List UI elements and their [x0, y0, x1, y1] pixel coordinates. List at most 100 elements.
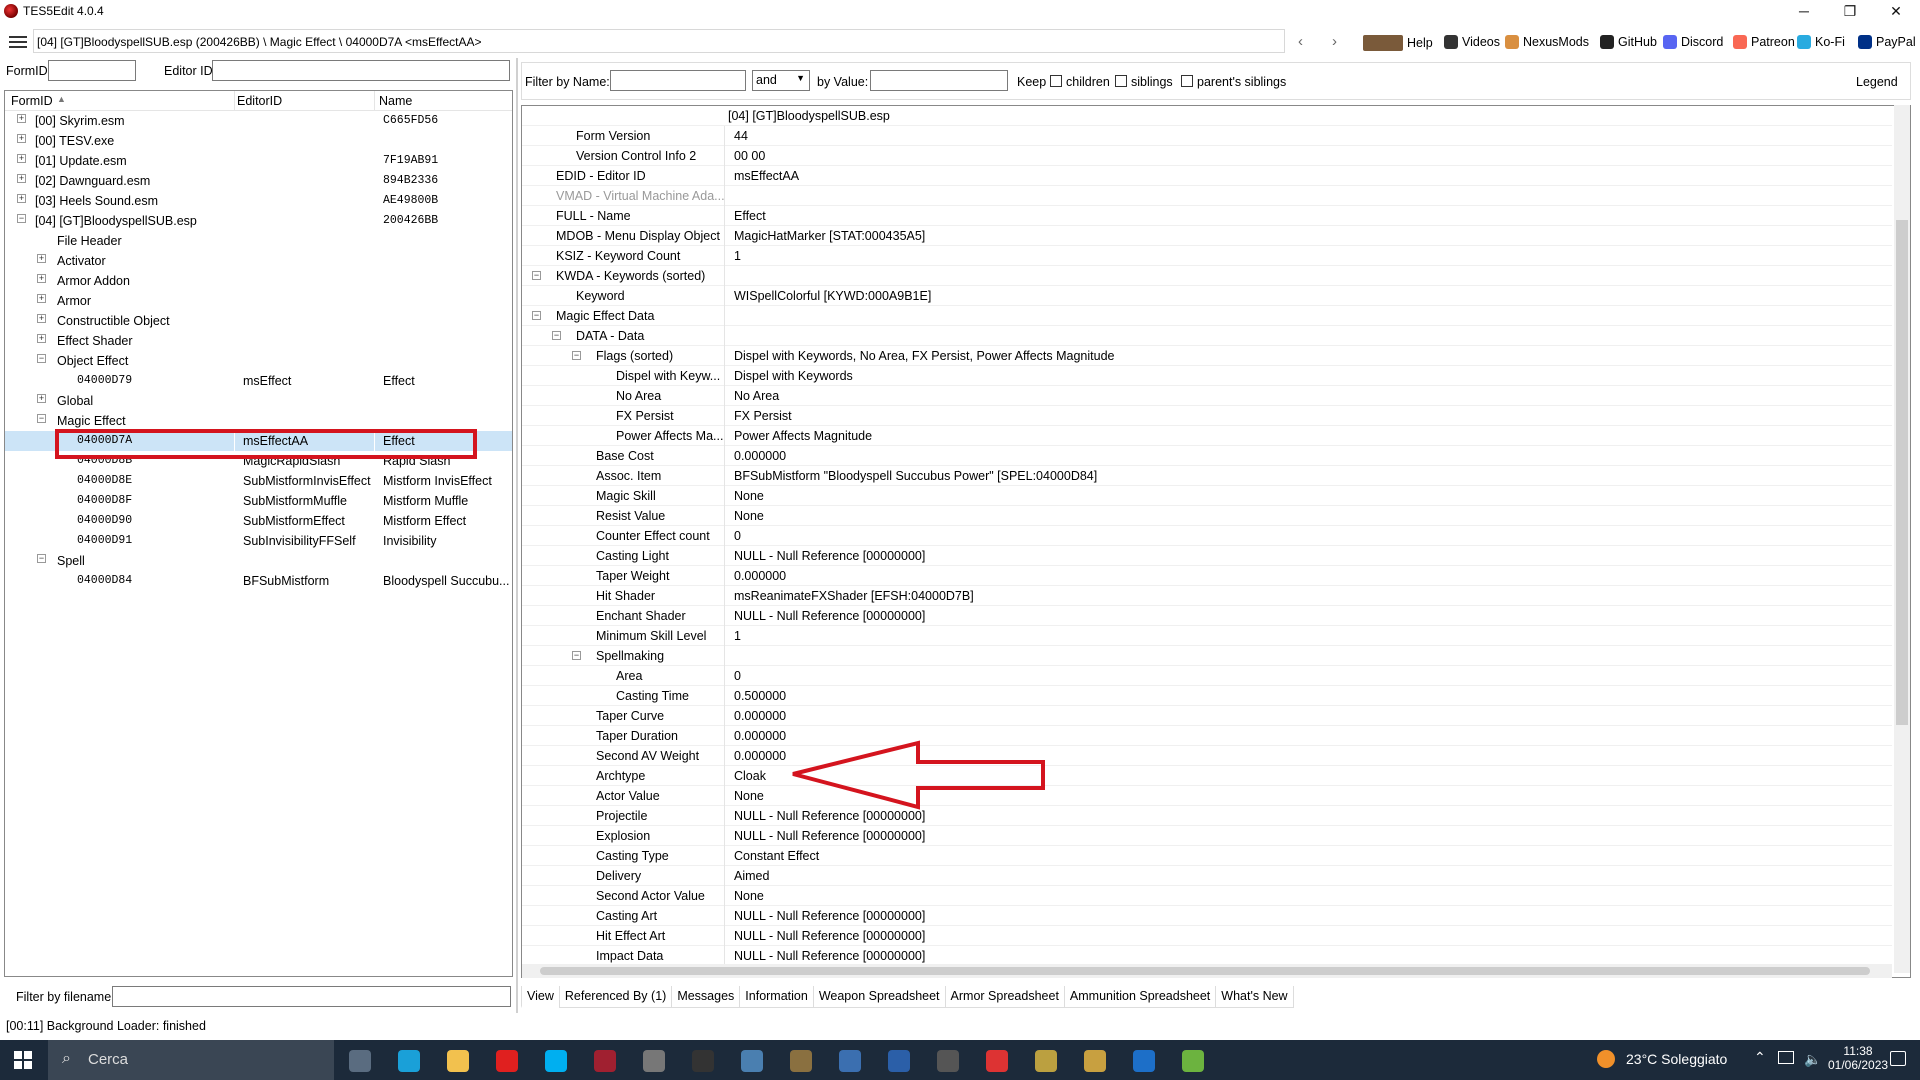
tree-row[interactable]: + Global: [5, 391, 512, 411]
minimize-button[interactable]: ─: [1781, 0, 1827, 22]
expand-icon[interactable]: +: [37, 334, 46, 343]
editorid-filter-input[interactable]: [212, 60, 510, 81]
tree-row[interactable]: 04000D84 BFSubMistform Bloodyspell Succubu…: [5, 571, 512, 591]
column-header-formid[interactable]: FormID: [11, 94, 53, 108]
tab-weapon-spreadsheet[interactable]: Weapon Spreadsheet: [812, 986, 946, 1008]
tab-view[interactable]: View: [521, 986, 560, 1008]
record-field-row[interactable]: Enchant Shader NULL - Null Reference [000…: [522, 606, 1892, 626]
record-field-row[interactable]: EDID - Editor ID msEffectAA: [522, 166, 1892, 186]
notepad-icon[interactable]: [1182, 1050, 1204, 1072]
expand-icon[interactable]: +: [37, 254, 46, 263]
network-icon[interactable]: [1778, 1051, 1794, 1064]
record-field-row[interactable]: Keyword WISpellColorful [KYWD:000A9B1E]: [522, 286, 1892, 306]
record-field-row[interactable]: Impact Data NULL - Null Reference [000000…: [522, 946, 1892, 966]
link-patreon[interactable]: Patreon: [1733, 35, 1795, 49]
children-checkbox[interactable]: [1050, 75, 1062, 87]
clock[interactable]: 11:38 01/06/2023: [1828, 1044, 1888, 1072]
tray-chevron-icon[interactable]: ⌃: [1754, 1049, 1766, 1066]
tree-row[interactable]: + [00] Skyrim.esm C665FD56: [5, 111, 512, 131]
expand-icon[interactable]: +: [37, 274, 46, 283]
tab-information[interactable]: Information: [739, 986, 814, 1008]
record-field-row[interactable]: Hit Shader msReanimateFXShader [EFSH:0400…: [522, 586, 1892, 606]
tab-ammunition-spreadsheet[interactable]: Ammunition Spreadsheet: [1063, 986, 1217, 1008]
task-view-icon[interactable]: [349, 1050, 371, 1072]
record-field-row[interactable]: Minimum Skill Level 1: [522, 626, 1892, 646]
record-field-row[interactable]: KSIZ - Keyword Count 1: [522, 246, 1892, 266]
tree-row[interactable]: + Activator: [5, 251, 512, 271]
tree-row[interactable]: + [03] Heels Sound.esm AE49800B: [5, 191, 512, 211]
tab-armor-spreadsheet[interactable]: Armor Spreadsheet: [944, 986, 1065, 1008]
weather-text[interactable]: 23°C Soleggiato: [1626, 1051, 1727, 1067]
record-field-row[interactable]: Casting Light NULL - Null Reference [0000…: [522, 546, 1892, 566]
collapse-icon[interactable]: −: [37, 414, 46, 423]
tes5edit-icon[interactable]: [594, 1050, 616, 1072]
record-field-row[interactable]: Casting Type Constant Effect: [522, 846, 1892, 866]
link-nexusmods[interactable]: NexusMods: [1505, 35, 1589, 49]
record-field-row[interactable]: − Flags (sorted) Dispel with Keywords, No …: [522, 346, 1892, 366]
record-field-row[interactable]: Form Version 44: [522, 126, 1892, 146]
tree-row[interactable]: − [04] [GT]BloodyspellSUB.esp 200426BB: [5, 211, 512, 231]
record-field-row[interactable]: Taper Weight 0.000000: [522, 566, 1892, 586]
collapse-icon[interactable]: −: [552, 331, 561, 340]
record-field-row[interactable]: Projectile NULL - Null Reference [0000000…: [522, 806, 1892, 826]
record-field-row[interactable]: Second Actor Value None: [522, 886, 1892, 906]
record-field-row[interactable]: Magic Skill None: [522, 486, 1892, 506]
record-field-row[interactable]: Dispel with Keyw... Dispel with Keywords: [522, 366, 1892, 386]
start-windows-icon[interactable]: [14, 1051, 32, 1069]
expand-icon[interactable]: +: [37, 314, 46, 323]
tab-what-s-new[interactable]: What's New: [1215, 986, 1294, 1008]
record-field-row[interactable]: Taper Curve 0.000000: [522, 706, 1892, 726]
close-button[interactable]: ✕: [1873, 0, 1919, 22]
record-field-row[interactable]: Taper Duration 0.000000: [522, 726, 1892, 746]
tree-row[interactable]: − Object Effect: [5, 351, 512, 371]
maximize-button[interactable]: ❐: [1827, 0, 1873, 22]
app-icon[interactable]: [937, 1050, 959, 1072]
tree-row[interactable]: 04000D79 msEffect Effect: [5, 371, 512, 391]
forward-icon[interactable]: ›: [1332, 33, 1337, 50]
tree-row[interactable]: + Constructible Object: [5, 311, 512, 331]
taskbar-search[interactable]: ⌕ Cerca: [48, 1040, 334, 1080]
app-icon[interactable]: [790, 1050, 812, 1072]
app-icon[interactable]: [839, 1050, 861, 1072]
tree-row[interactable]: + Effect Shader: [5, 331, 512, 351]
collapse-icon[interactable]: −: [37, 354, 46, 363]
record-field-row[interactable]: − Magic Effect Data: [522, 306, 1892, 326]
column-header-editorid[interactable]: EditorID: [237, 94, 282, 108]
app-icon[interactable]: [741, 1050, 763, 1072]
record-field-row[interactable]: VMAD - Virtual Machine Ada...: [522, 186, 1892, 206]
record-field-row[interactable]: No Area No Area: [522, 386, 1892, 406]
collapse-icon[interactable]: −: [532, 271, 541, 280]
record-field-row[interactable]: − KWDA - Keywords (sorted): [522, 266, 1892, 286]
expand-icon[interactable]: +: [17, 154, 26, 163]
file-explorer-icon[interactable]: [447, 1050, 469, 1072]
tree-row[interactable]: 04000D91 SubInvisibilityFFSelf Invisibilit…: [5, 531, 512, 551]
link-videos[interactable]: Videos: [1444, 35, 1500, 49]
tree-row[interactable]: − Magic Effect: [5, 411, 512, 431]
app-icon[interactable]: [1133, 1050, 1155, 1072]
record-field-row[interactable]: Power Affects Ma... Power Affects Magnitu…: [522, 426, 1892, 446]
expand-icon[interactable]: +: [37, 394, 46, 403]
link-github[interactable]: GitHub: [1600, 35, 1657, 49]
opera-icon[interactable]: [496, 1050, 518, 1072]
link-discord[interactable]: Discord: [1663, 35, 1723, 49]
collapse-icon[interactable]: −: [572, 351, 581, 360]
tree-row[interactable]: 04000D8F SubMistformMuffle Mistform Muffle: [5, 491, 512, 511]
tree-row[interactable]: + [00] TESV.exe: [5, 131, 512, 151]
collapse-icon[interactable]: −: [532, 311, 541, 320]
column-header-name[interactable]: Name: [379, 94, 412, 108]
tree-row[interactable]: − Spell: [5, 551, 512, 571]
skype-icon[interactable]: [545, 1050, 567, 1072]
app-icon[interactable]: [1084, 1050, 1106, 1072]
record-field-row[interactable]: FULL - Name Effect: [522, 206, 1892, 226]
record-field-row[interactable]: FX Persist FX Persist: [522, 406, 1892, 426]
horizontal-scroll-thumb[interactable]: [540, 967, 1870, 975]
record-field-row[interactable]: − Spellmaking: [522, 646, 1892, 666]
record-field-row[interactable]: Actor Value None: [522, 786, 1892, 806]
record-field-row[interactable]: Casting Time 0.500000: [522, 686, 1892, 706]
expand-icon[interactable]: +: [17, 114, 26, 123]
app-icon[interactable]: [986, 1050, 1008, 1072]
legend-button[interactable]: Legend: [1856, 75, 1898, 89]
tab-messages[interactable]: Messages: [671, 986, 741, 1008]
app-icon[interactable]: [643, 1050, 665, 1072]
formid-filter-input[interactable]: [48, 60, 136, 81]
